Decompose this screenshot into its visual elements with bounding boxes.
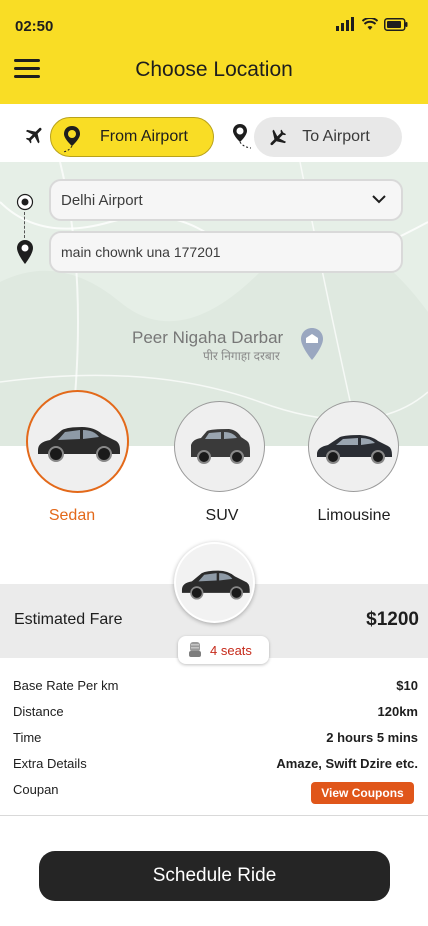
car-label-suv[interactable]: SUV	[167, 507, 277, 525]
from-airport-label: From Airport	[99, 128, 188, 145]
coupon-label: Coupan	[13, 782, 59, 797]
car-option-suv[interactable]	[174, 401, 265, 492]
place-marker-icon	[301, 328, 323, 360]
view-coupons-button[interactable]: View Coupons	[311, 782, 414, 804]
trip-toggle: From Airport To Airport	[0, 104, 428, 162]
divider	[0, 815, 428, 816]
drop-value: main chownk una 177201	[61, 244, 221, 260]
limousine-car-icon	[316, 434, 392, 464]
car-option-sedan[interactable]	[26, 390, 129, 493]
car-option-limousine[interactable]	[308, 401, 399, 492]
detail-value: Amaze, Swift Dzire etc.	[276, 756, 418, 771]
detail-key: Time	[13, 730, 42, 745]
detail-key: Extra Details	[13, 756, 87, 771]
estimated-fare-label: Estimated Fare	[14, 611, 123, 628]
pickup-dot-icon	[16, 193, 34, 211]
suv-car-icon	[190, 428, 250, 464]
drop-location-input[interactable]: main chownk una 177201	[49, 231, 403, 273]
schedule-ride-button[interactable]: Schedule Ride	[39, 851, 390, 901]
app-header: 02:50 Choose Location	[0, 0, 428, 104]
plane-icon	[25, 127, 42, 144]
drop-pin-icon	[17, 240, 33, 264]
detail-value: $10	[396, 678, 418, 693]
detail-value: 2 hours 5 mins	[326, 730, 418, 745]
detail-row: Distance 120km	[0, 698, 428, 724]
detail-key: Distance	[13, 704, 64, 719]
selected-car-image	[174, 542, 255, 623]
location-pin-icon	[233, 124, 251, 149]
detail-value: 120km	[377, 704, 418, 719]
map-place-label-hindi: पीर निगाहा दरबार	[203, 349, 280, 363]
page-title: Choose Location	[135, 58, 293, 81]
seats-count: 4 seats	[210, 642, 252, 658]
pickup-value: Delhi Airport	[61, 191, 143, 209]
status-icons	[336, 17, 408, 31]
seat-icon	[189, 642, 201, 657]
wifi-icon	[362, 17, 378, 30]
to-airport-toggle[interactable]: To Airport	[254, 117, 402, 157]
route-connector	[24, 212, 25, 238]
fare-details: Base Rate Per km $10 Distance 120km Time…	[0, 672, 428, 804]
location-pin-icon	[62, 126, 80, 153]
battery-icon	[384, 17, 408, 31]
status-time: 02:50	[15, 18, 54, 35]
sedan-car-icon	[37, 426, 120, 462]
estimated-fare-value: $1200	[366, 609, 419, 630]
chevron-down-icon	[372, 195, 386, 204]
car-label-limousine[interactable]: Limousine	[299, 507, 409, 525]
sedan-car-icon	[181, 570, 250, 600]
detail-row: Extra Details Amaze, Swift Dzire etc.	[0, 750, 428, 776]
to-airport-label: To Airport	[302, 128, 370, 145]
detail-key: Base Rate Per km	[13, 678, 119, 693]
seats-badge: 4 seats	[178, 636, 269, 664]
car-label-sedan[interactable]: Sedan	[17, 507, 127, 525]
from-airport-toggle[interactable]: From Airport	[50, 117, 214, 157]
map-place-label: Peer Nigaha Darbar	[132, 328, 284, 347]
signal-icon	[336, 17, 354, 31]
plane-icon	[270, 129, 287, 146]
detail-row: Base Rate Per km $10	[0, 672, 428, 698]
detail-row: Time 2 hours 5 mins	[0, 724, 428, 750]
pickup-select[interactable]: Delhi Airport	[49, 179, 403, 221]
